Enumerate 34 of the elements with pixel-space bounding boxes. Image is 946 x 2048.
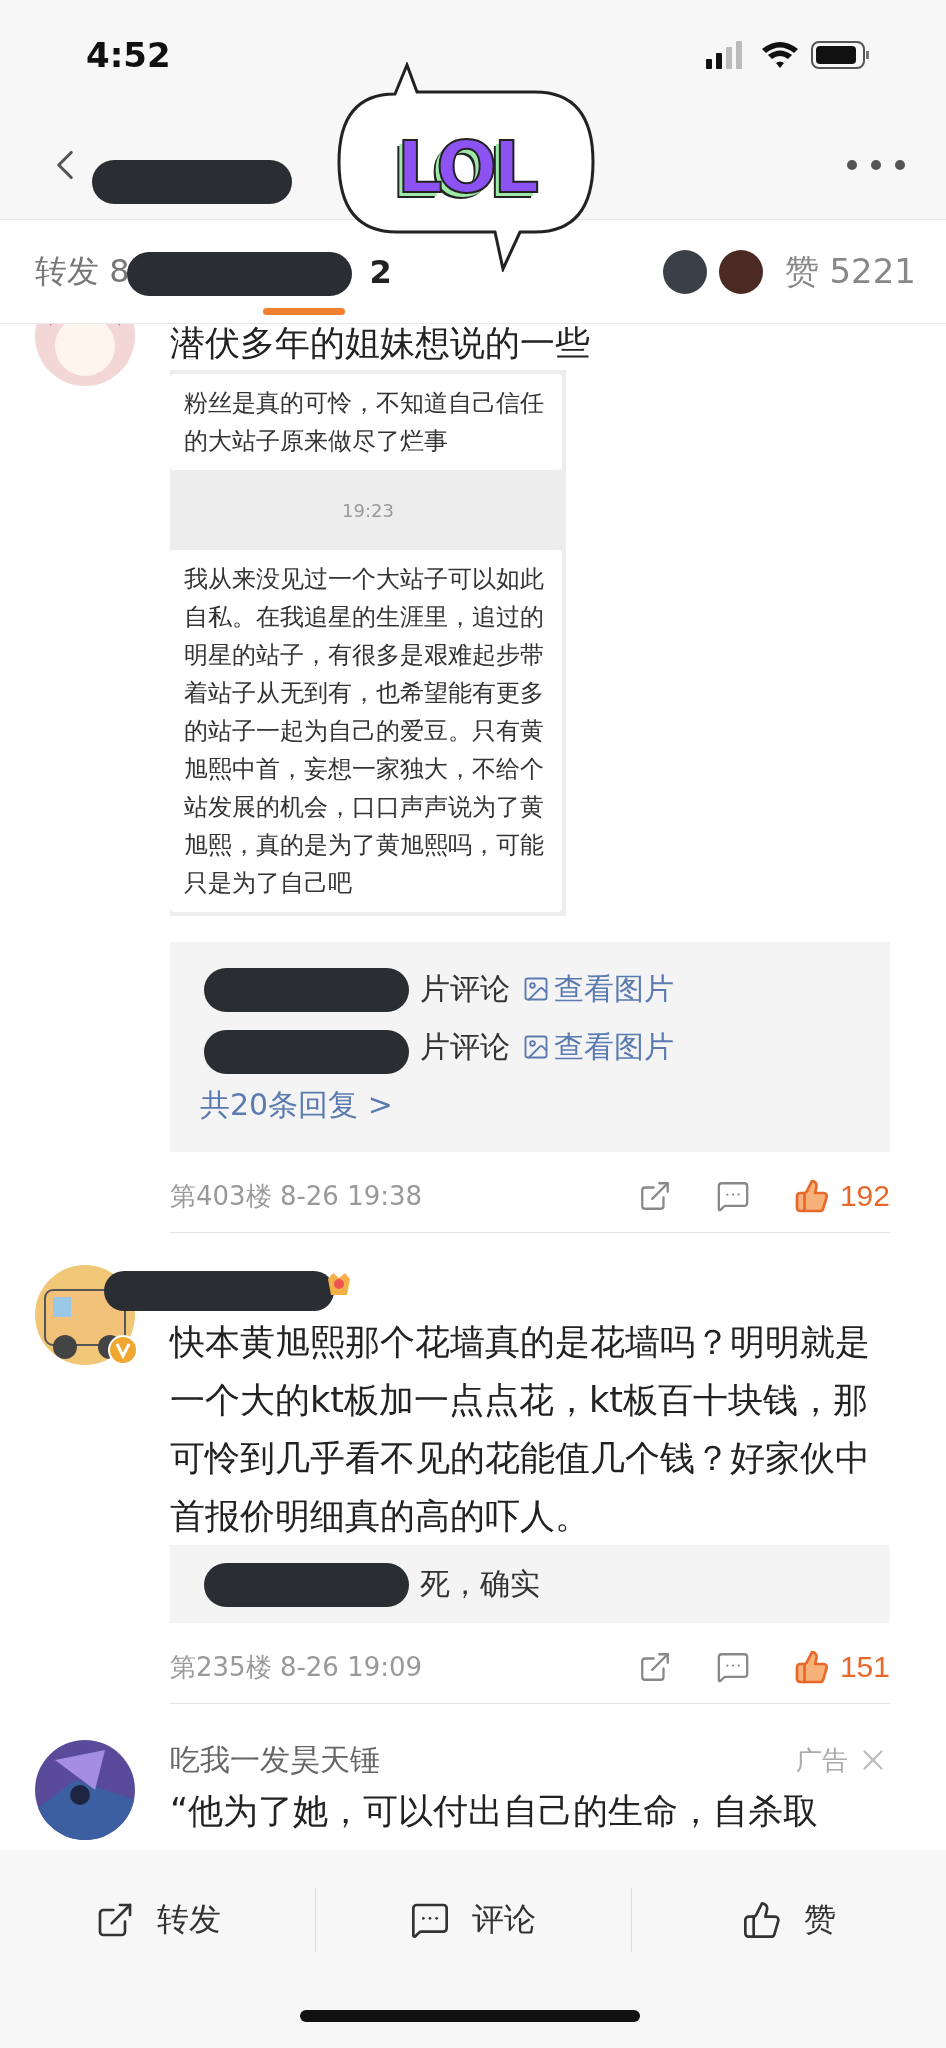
status-time: 4:52: [86, 35, 171, 75]
thumbs-up-icon: [793, 1178, 830, 1214]
more-icon[interactable]: [846, 158, 906, 171]
comment-button[interactable]: 评论: [315, 1888, 631, 1952]
more-replies-link[interactable]: 共20条回复 >: [200, 1076, 860, 1134]
repost-button[interactable]: 转发: [0, 1888, 316, 1952]
floor-time: 第235楼 8-26 19:09: [170, 1650, 424, 1684]
image-icon: [522, 975, 550, 1003]
like-button[interactable]: 151: [793, 1649, 890, 1685]
repost-tab[interactable]: 转发 8: [35, 249, 130, 294]
chat-message: 粉丝是真的可怜，不知道自己信任的大站子原来做尽了烂事: [170, 374, 562, 470]
sticker-text: LOL: [396, 125, 536, 209]
chat-message: 我从来没见过一个大站子可以如此自私。在我追星的生涯里，追过的明星的站子，有很多是艰难起步带着站子从无到有，也希望能有更多的站子一起为自己的爱豆。只有黄旭熙中首，妄想一家独大，不给个站发展的机会，口口声声说为了黄旭熙，真的是为了黄旭熙吗，可能只是为了自己吧: [170, 550, 562, 912]
comment-count: 2: [369, 252, 392, 291]
floor-time: 第403楼 8-26 19:38: [170, 1179, 424, 1213]
likes-count[interactable]: 赞 5221: [784, 248, 916, 295]
image-icon: [522, 1033, 550, 1061]
view-image-link[interactable]: 查看图片: [522, 968, 674, 1010]
comment-text: 快本黄旭熙那个花墙真的是花墙吗？明明就是一个大的kt板加一点点花，kt板百十块钱，那可怜到几乎看不见的花能值几个钱？好家伙中首报价明细真的高的吓人。: [170, 1321, 871, 1538]
reply-text: 片评论: [420, 1027, 510, 1066]
advertiser-name: 吃我一发昊天锤: [170, 1740, 380, 1779]
thumbs-up-icon: [741, 1900, 782, 1940]
comment-button[interactable]: [715, 1650, 750, 1684]
like-button[interactable]: 赞: [630, 1888, 946, 1952]
reply-text: 死，确实: [420, 1564, 540, 1603]
comment-button[interactable]: [715, 1179, 750, 1213]
ad-text: “他为了她，可以付出自己的生命，自杀取: [170, 1790, 820, 1833]
ad-label: 广告: [796, 1743, 848, 1777]
thumbs-up-icon: [793, 1649, 830, 1685]
like-button[interactable]: 192: [793, 1178, 890, 1214]
reply-text: 片评论: [420, 969, 510, 1008]
comment-text: 潜伏多年的姐妹想说的一些: [170, 324, 591, 365]
view-image-link[interactable]: 查看图片: [522, 1026, 674, 1068]
chat-time: 19:23: [341, 498, 395, 523]
